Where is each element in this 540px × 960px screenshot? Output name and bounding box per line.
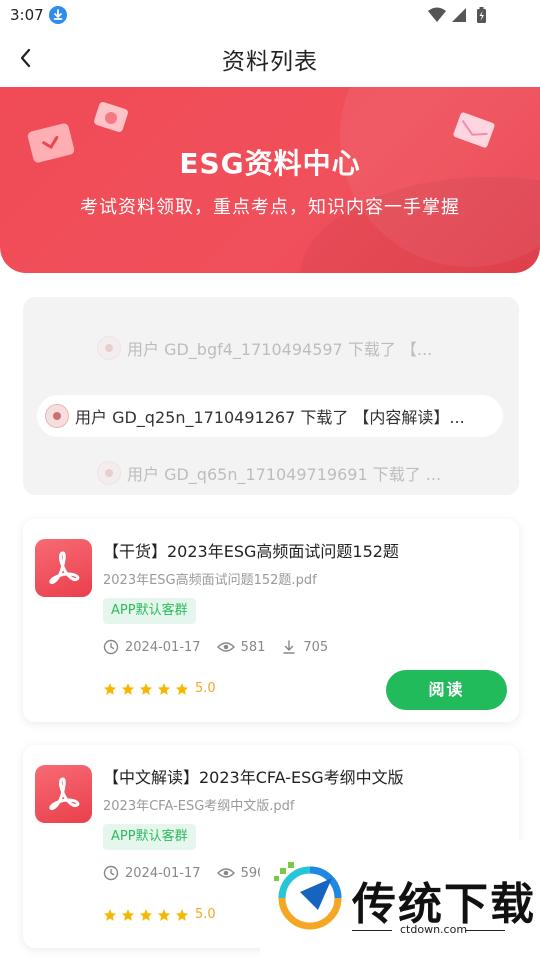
watermark-url: ctdown.com: [400, 923, 468, 936]
date-meta: 2024-01-17: [103, 639, 201, 655]
signal-icon: [452, 8, 466, 22]
page-title: 资料列表: [222, 49, 318, 75]
star-icon: [157, 682, 171, 695]
publish-date: 2024-01-17: [125, 639, 201, 655]
clock-icon: [103, 865, 119, 881]
star-icon: [121, 682, 135, 695]
avatar: [97, 461, 121, 485]
nav-bar: 资料列表: [0, 30, 540, 86]
pdf-file-icon: [35, 765, 92, 823]
star-icon: [103, 908, 117, 921]
star-icon: [103, 682, 117, 695]
battery-icon: [477, 7, 486, 23]
banner-subtitle: 考试资料领取，重点考点，知识内容一手掌握: [80, 197, 460, 218]
ticker-text: 用户 GD_bgf4_1710494597 下载了 【...: [127, 340, 433, 359]
clock-icon: [103, 639, 119, 655]
document-title: 【中文解读】2023年CFA-ESG考纲中文版: [103, 768, 404, 787]
star-icon: [139, 682, 153, 695]
ticker-item: 用户 GD_bgf4_1710494597 下载了 【...: [89, 327, 459, 369]
document-title: 【干货】2023年ESG高频面试问题152题: [103, 542, 399, 561]
star-rating: 5.0: [103, 907, 216, 922]
rating-value: 5.0: [195, 907, 216, 922]
publish-date: 2024-01-17: [125, 865, 201, 881]
read-button[interactable]: 阅读: [386, 670, 507, 710]
document-meta: 2024-01-17 590: [103, 865, 281, 881]
document-meta: 2024-01-17 581 705: [103, 639, 344, 655]
eye-icon: [216, 642, 235, 652]
status-icons: [426, 5, 506, 29]
download-ticker: 用户 GD_bgf4_1710494597 下载了 【... 用户 GD_q25…: [23, 297, 519, 495]
download-icon: [283, 640, 296, 654]
site-watermark: 传统下载 ctdown.com: [260, 840, 540, 960]
date-meta: 2024-01-17: [103, 865, 201, 881]
download-notification-icon: [49, 6, 67, 24]
banner-decor-wave: [300, 177, 540, 273]
ticker-text: 用户 GD_q25n_1710491267 下载了 【内容解读】...: [75, 408, 465, 427]
status-bar: 3:07: [0, 0, 540, 30]
audience-tag: APP默认客群: [103, 598, 196, 624]
star-icon: [139, 908, 153, 921]
avatar: [97, 336, 121, 360]
status-time: 3:07: [10, 6, 44, 24]
star-icon: [175, 908, 189, 921]
star-rating: 5.0: [103, 681, 216, 696]
view-count: 581: [240, 639, 266, 655]
audience-tag: APP默认客群: [103, 824, 196, 850]
play-card-icon: [94, 101, 128, 133]
eye-icon: [216, 868, 235, 878]
document-filename: 2023年ESG高频面试问题152题.pdf: [103, 573, 317, 588]
banner-title: ESG资料中心: [179, 147, 361, 180]
ticker-text: 用户 GD_q65n_171049719691 下载了 ...: [127, 465, 442, 484]
star-icon: [157, 908, 171, 921]
downloads-meta: 705: [281, 639, 328, 655]
ticker-item: 用户 GD_q65n_171049719691 下载了 ...: [89, 452, 459, 494]
document-filename: 2023年CFA-ESG考纲中文版.pdf: [103, 799, 295, 814]
document-card[interactable]: 【干货】2023年ESG高频面试问题152题 2023年ESG高频面试问题152…: [23, 519, 519, 722]
divider: [465, 930, 505, 931]
ticker-item-active: 用户 GD_q25n_1710491267 下载了 【内容解读】...: [37, 395, 503, 437]
views-meta: 590: [216, 866, 265, 881]
wifi-icon: [428, 7, 446, 22]
rating-value: 5.0: [195, 681, 216, 696]
hero-banner: ESG资料中心 考试资料领取，重点考点，知识内容一手掌握: [0, 87, 540, 273]
star-icon: [121, 908, 135, 921]
watermark-logo-icon: [274, 862, 342, 930]
views-meta: 581: [216, 639, 266, 655]
avatar: [45, 404, 69, 428]
pdf-file-icon: [35, 539, 92, 597]
divider: [352, 930, 392, 931]
download-count: 705: [303, 639, 329, 655]
star-icon: [175, 682, 189, 695]
